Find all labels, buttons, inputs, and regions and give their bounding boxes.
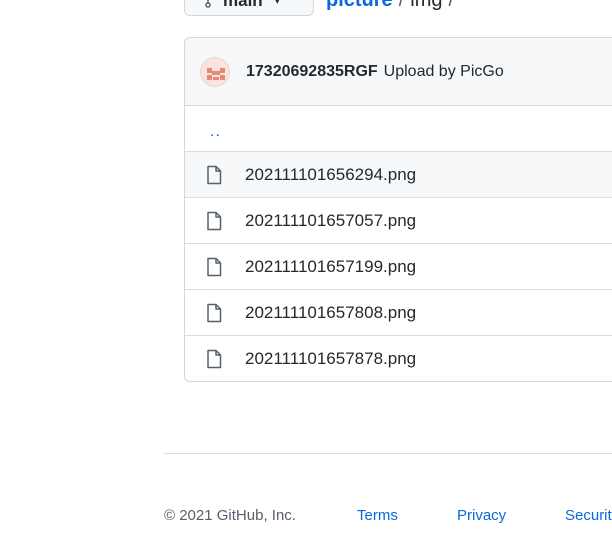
file-row[interactable]: 202111101657199.png [185,243,612,289]
file-name-link[interactable]: 202111101657808.png [245,303,416,323]
commit-author-link[interactable]: 17320692835RGF [246,63,378,81]
breadcrumb-separator: / [398,0,405,11]
breadcrumb-repo-link[interactable]: picture [326,0,393,11]
file-icon [207,303,222,322]
latest-commit-bar: 17320692835RGF Upload by PicGo [185,38,612,106]
parent-directory-row[interactable]: .. [185,106,612,151]
file-icon [207,257,222,276]
file-list: 17320692835RGF Upload by PicGo .. 202111… [184,37,612,382]
file-name-link[interactable]: 202111101656294.png [245,165,416,185]
file-icon [207,211,222,230]
file-icon [207,349,222,368]
breadcrumb-trailing-separator: / [448,0,455,11]
parent-directory-link[interactable]: .. [210,123,221,141]
file-name-link[interactable]: 202111101657057.png [245,211,416,231]
identicon-icon [207,67,225,80]
file-row[interactable]: 202111101656294.png [185,151,612,197]
branch-icon [205,0,211,8]
breadcrumb: picture / img / [326,0,460,12]
file-row[interactable]: 202111101657808.png [185,289,612,335]
file-row[interactable]: 202111101657057.png [185,197,612,243]
footer-link-terms[interactable]: Terms [357,506,398,526]
file-name-link[interactable]: 202111101657199.png [245,257,416,277]
chevron-down-icon: ▾ [274,0,280,7]
file-name-link[interactable]: 202111101657878.png [245,349,416,369]
branch-select-button[interactable]: main ▾ [184,0,314,16]
footer-divider [164,453,612,454]
branch-label: main [223,0,263,10]
file-row[interactable]: 202111101657878.png [185,335,612,381]
footer-link-privacy[interactable]: Privacy [457,506,506,526]
avatar[interactable] [200,56,230,87]
breadcrumb-current-dir: img [410,0,443,11]
footer-link-security[interactable]: Security [565,506,612,526]
footer-copyright: © 2021 GitHub, Inc. [164,507,296,524]
file-icon [207,165,222,184]
commit-message[interactable]: Upload by PicGo [384,63,504,81]
